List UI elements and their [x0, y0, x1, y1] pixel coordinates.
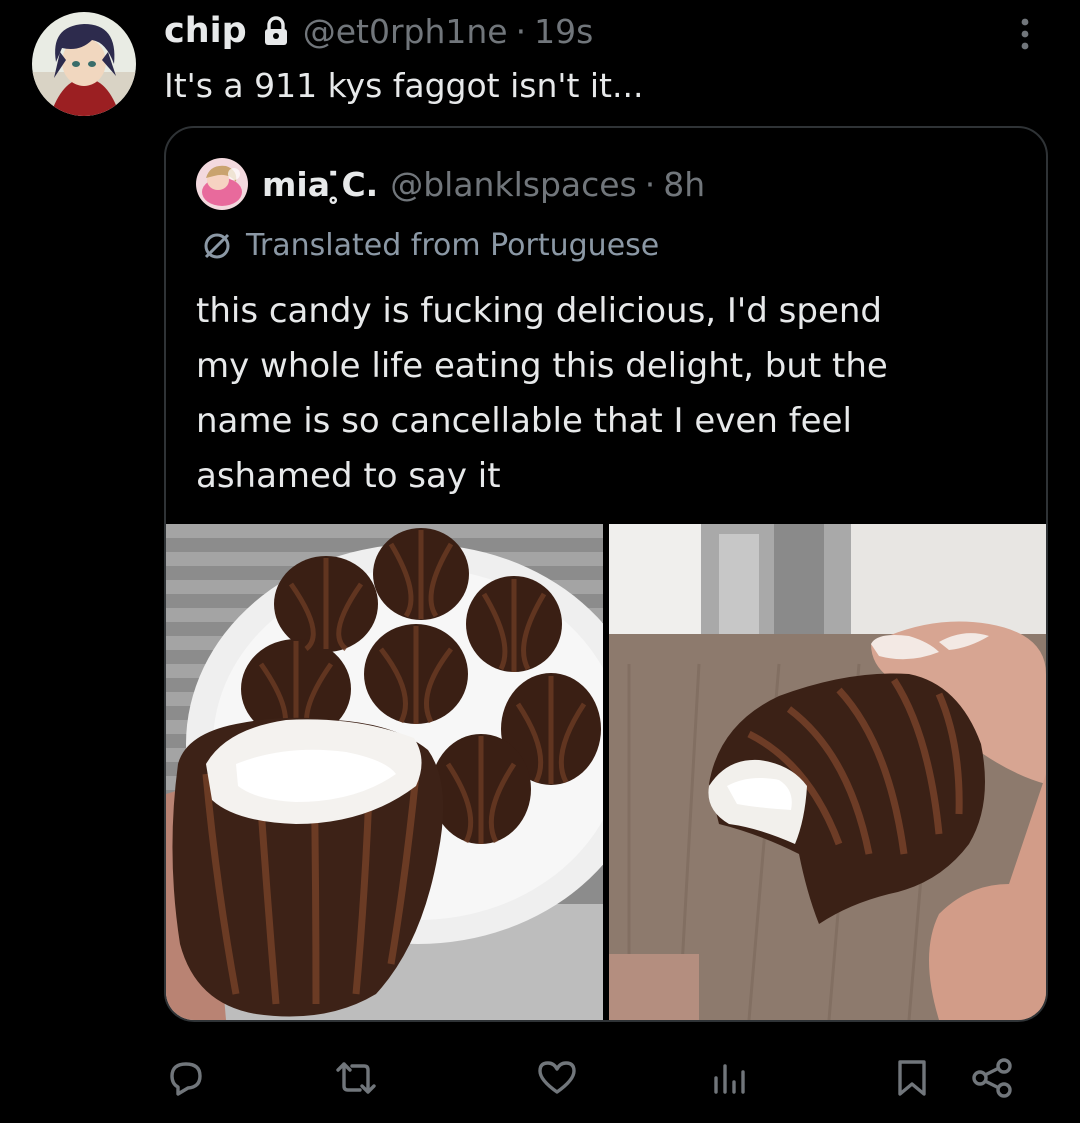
author-handle[interactable]: @et0rph1ne [303, 12, 508, 51]
views-button[interactable] [710, 1050, 750, 1106]
quoted-text-line: ashamed to say it [196, 456, 501, 496]
views-icon [710, 1056, 750, 1100]
quoted-author-avatar [196, 158, 248, 210]
tweet-action-bar [164, 1050, 1036, 1106]
author-display-name[interactable]: chip [164, 11, 247, 51]
retweet-button[interactable] [332, 1050, 380, 1106]
separator-dot: · [644, 164, 656, 204]
hand-holding-bitten-candy-photo[interactable] [609, 524, 1046, 1020]
quoted-tweet-text: this candy is fucking delicious, I'd spe… [196, 284, 1016, 504]
translated-notice[interactable]: Translated from Portuguese [202, 228, 659, 263]
tweet-timestamp[interactable]: 19s [534, 12, 593, 51]
heart-icon [534, 1056, 580, 1100]
quoted-tweet-card[interactable]: mia ̥̇C. @blanklspaces · 8h Translated f… [164, 126, 1048, 1022]
more-vertical-icon [1010, 18, 1040, 58]
quoted-text-line: this candy is fucking delicious, I'd spe… [196, 291, 883, 331]
separator-dot: · [515, 11, 527, 51]
quoted-author-handle: @blanklspaces [390, 164, 637, 204]
quoted-tweet-timestamp: 8h [663, 164, 706, 204]
quoted-text-line: my whole life eating this delight, but t… [196, 346, 888, 386]
quoted-tweet-header: mia ̥̇C. @blanklspaces · 8h [196, 158, 705, 210]
more-options-button[interactable] [1010, 14, 1040, 54]
translate-icon [202, 231, 232, 261]
translated-label: Translated from Portuguese [246, 228, 660, 263]
reply-icon [164, 1056, 208, 1100]
bookmark-icon [892, 1056, 932, 1100]
share-icon [970, 1056, 1016, 1100]
like-button[interactable] [534, 1050, 580, 1106]
chocolate-marshmallow-plate-photo[interactable] [166, 524, 603, 1020]
lock-icon [263, 16, 289, 46]
bookmark-button[interactable] [892, 1050, 932, 1106]
author-avatar[interactable] [32, 12, 136, 116]
reply-button[interactable] [164, 1050, 208, 1106]
share-button[interactable] [970, 1050, 1016, 1106]
tweet-header: chip @et0rph1ne · 19s [164, 6, 593, 56]
quoted-text-line: name is so cancellable that I even feel [196, 401, 852, 441]
media-grid [166, 524, 1046, 1020]
retweet-icon [332, 1056, 380, 1100]
tweet-text: It's a 911 kys faggot isn't it... [164, 66, 644, 105]
quoted-author-display-name: mia ̥̇C. [262, 164, 379, 204]
